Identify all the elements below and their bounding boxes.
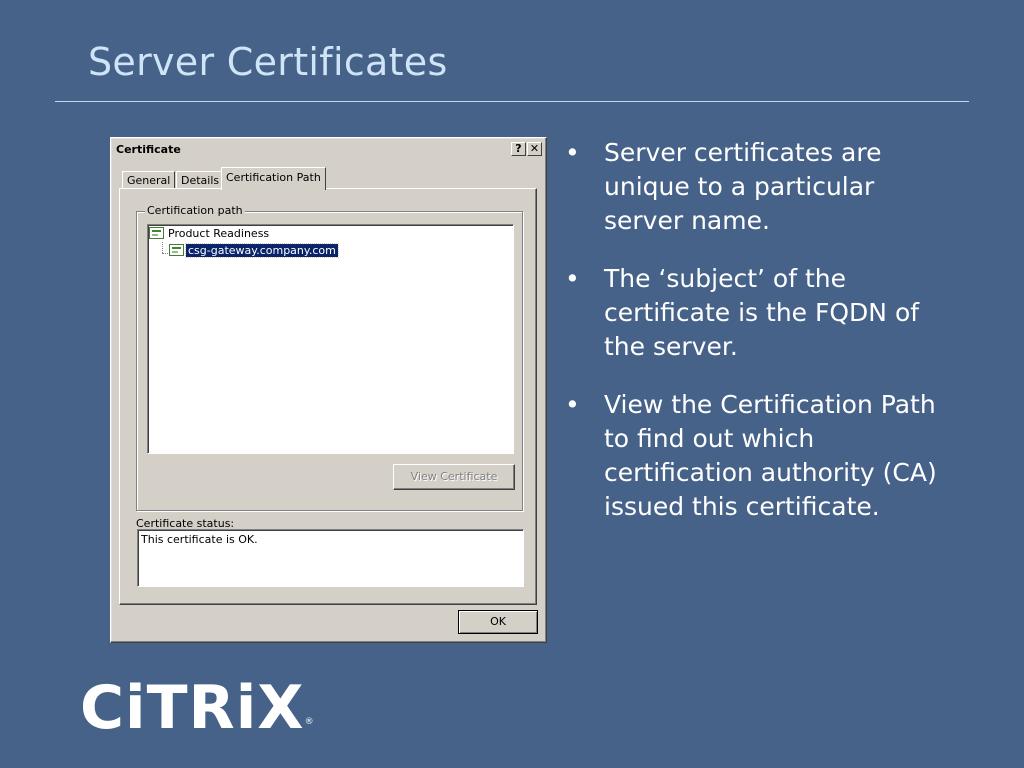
tree-connector bbox=[162, 242, 163, 253]
tree-node-label: csg-gateway.company.com bbox=[185, 242, 339, 258]
ok-button[interactable]: OK bbox=[458, 610, 538, 634]
tree-node-label: Product Readiness bbox=[168, 226, 270, 240]
dialog-title: Certificate bbox=[116, 143, 181, 156]
bullet-item: • View the Certification Path to find out… bbox=[563, 388, 943, 524]
bullet-text: The ‘subject’ of the certificate is the … bbox=[604, 264, 920, 361]
certificate-status-text: This certificate is OK. bbox=[141, 533, 258, 546]
tree-node-leaf[interactable]: csg-gateway.company.com bbox=[169, 242, 339, 259]
title-divider bbox=[55, 101, 969, 102]
slide-title: Server Certificates bbox=[88, 40, 448, 84]
bullet-text: View the Certification Path to find out … bbox=[604, 390, 937, 521]
view-certificate-button[interactable]: View Certificate bbox=[393, 464, 515, 490]
bullet-item: • The ‘subject’ of the certificate is the… bbox=[563, 262, 943, 364]
help-button[interactable]: ? bbox=[511, 142, 526, 156]
certificate-icon bbox=[169, 244, 184, 256]
dialog-titlebar: Certificate ? ✕ bbox=[114, 141, 543, 159]
tab-certification-path[interactable]: Certification Path bbox=[221, 167, 326, 190]
bullet-dot: • bbox=[565, 390, 580, 419]
certificate-status-box: This certificate is OK. bbox=[137, 529, 524, 587]
tree-node-root[interactable]: Product Readiness bbox=[149, 226, 271, 242]
citrix-logo: CiTRiX ® bbox=[80, 668, 314, 748]
certification-path-panel: Certification path Product Readiness csg… bbox=[119, 188, 537, 605]
certificate-dialog: Certificate ? ✕ General Details Certific… bbox=[110, 137, 547, 643]
tab-general[interactable]: General bbox=[122, 171, 176, 189]
certificate-icon bbox=[149, 227, 164, 239]
registered-mark: ® bbox=[304, 717, 315, 727]
certification-path-legend: Certification path bbox=[145, 204, 245, 217]
bullet-dot: • bbox=[565, 138, 580, 167]
certification-path-group: Certification path Product Readiness csg… bbox=[136, 204, 523, 511]
close-button[interactable]: ✕ bbox=[527, 142, 542, 156]
bullet-dot: • bbox=[565, 264, 580, 293]
bullet-item: • Server certificates are unique to a par… bbox=[563, 136, 943, 238]
tab-details[interactable]: Details bbox=[176, 171, 225, 189]
bullet-list: • Server certificates are unique to a par… bbox=[563, 136, 943, 548]
bullet-text: Server certificates are unique to a part… bbox=[604, 138, 882, 235]
logo-text: CiTRiX bbox=[80, 673, 305, 743]
certification-tree[interactable]: Product Readiness csg-gateway.company.co… bbox=[147, 224, 514, 454]
